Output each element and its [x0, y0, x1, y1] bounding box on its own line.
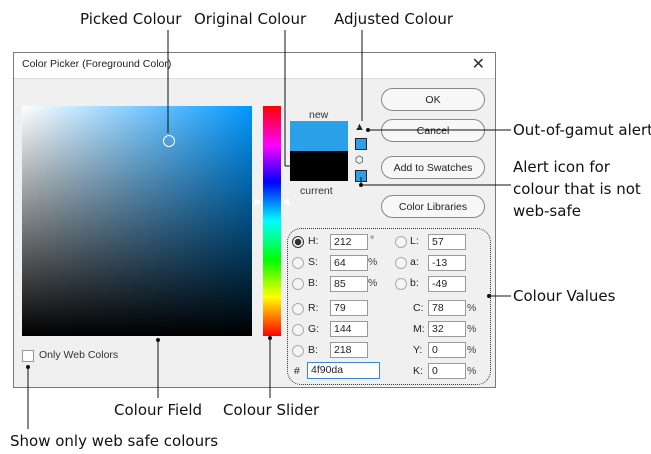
new-colour-swatch — [290, 121, 348, 151]
new-label: new — [309, 109, 329, 121]
hex-input[interactable]: 4f90da — [307, 362, 380, 379]
label-l: L: — [410, 235, 419, 247]
current-label: current — [300, 185, 333, 197]
color-libraries-button[interactable]: Color Libraries — [381, 195, 485, 218]
unit-m: % — [467, 323, 477, 335]
only-web-colors-label: Only Web Colors — [39, 349, 119, 361]
warning-triangle-icon[interactable]: ▲! — [354, 121, 365, 133]
unit-h: ° — [370, 234, 375, 246]
unit-brightness: % — [368, 277, 378, 289]
unit-y: % — [467, 344, 477, 356]
unit-k: % — [467, 365, 477, 377]
annotation-colour-field: Colour Field — [114, 401, 203, 419]
annotation-picked-colour: Picked Colour — [80, 10, 182, 28]
input-g[interactable]: 144 — [330, 321, 368, 337]
annotation-out-of-gamut: Out-of-gamut alert — [513, 121, 651, 139]
radio-l[interactable] — [395, 236, 407, 248]
annotation-colour-values: Colour Values — [513, 287, 616, 305]
dialog-title: Color Picker (Foreground Color) — [22, 58, 172, 70]
current-colour-swatch[interactable] — [290, 151, 348, 181]
colour-field[interactable] — [22, 106, 252, 336]
close-icon[interactable]: ✕ — [472, 54, 485, 74]
unit-s: % — [368, 256, 378, 268]
input-blue[interactable]: 218 — [330, 342, 368, 358]
label-h: H: — [308, 235, 319, 247]
unit-c: % — [467, 302, 477, 314]
input-brightness[interactable]: 85 — [330, 276, 368, 292]
radio-r[interactable] — [292, 303, 304, 315]
radio-blue[interactable] — [292, 345, 304, 357]
input-c[interactable]: 78 — [428, 300, 466, 316]
label-g: G: — [308, 323, 320, 335]
ok-button[interactable]: OK — [381, 88, 485, 111]
slider-handle-left[interactable] — [255, 198, 261, 206]
input-y[interactable]: 0 — [428, 342, 466, 358]
input-k[interactable]: 0 — [428, 363, 466, 379]
label-c: C: — [413, 302, 424, 314]
label-brightness: B: — [308, 277, 318, 289]
radio-s[interactable] — [292, 257, 304, 269]
only-web-colors-checkbox[interactable] — [22, 350, 34, 362]
label-r: R: — [308, 302, 319, 314]
radio-b-lab[interactable] — [395, 278, 407, 290]
input-b-lab[interactable]: -49 — [428, 276, 466, 292]
web-safe-correction-swatch[interactable] — [355, 170, 367, 182]
hex-hash-label: # — [294, 365, 300, 377]
label-y: Y: — [413, 344, 423, 356]
cube-icon[interactable]: ⬡ — [355, 155, 364, 166]
annotation-web-safe-only: Show only web safe colours — [10, 432, 219, 450]
title-bar: Color Picker (Foreground Color) ✕ — [14, 53, 495, 79]
annotation-web-safe-alert: Alert icon for colour that is not web-sa… — [513, 158, 641, 220]
label-b-lab: b: — [410, 277, 419, 289]
colour-slider[interactable] — [263, 106, 281, 336]
picker-circle[interactable] — [163, 135, 175, 147]
label-m: M: — [413, 323, 425, 335]
cancel-button[interactable]: Cancel — [381, 119, 485, 142]
radio-h[interactable] — [292, 236, 304, 248]
label-blue: B: — [308, 344, 318, 356]
input-s[interactable]: 64 — [330, 255, 368, 271]
input-a[interactable]: -13 — [428, 255, 466, 271]
radio-g[interactable] — [292, 324, 304, 336]
annotation-colour-slider: Colour Slider — [223, 401, 320, 419]
radio-brightness[interactable] — [292, 278, 304, 290]
slider-handle-right[interactable] — [283, 198, 289, 206]
input-h[interactable]: 212 — [330, 234, 368, 250]
input-r[interactable]: 79 — [330, 300, 368, 316]
annotation-adjusted-colour: Adjusted Colour — [334, 10, 454, 28]
input-l[interactable]: 57 — [428, 234, 466, 250]
add-to-swatches-button[interactable]: Add to Swatches — [381, 156, 485, 179]
label-a: a: — [410, 256, 419, 268]
label-s: S: — [308, 256, 318, 268]
label-k: K: — [413, 365, 423, 377]
annotation-original-colour: Original Colour — [194, 10, 307, 28]
radio-a[interactable] — [395, 257, 407, 269]
gamut-correction-swatch[interactable] — [355, 138, 367, 150]
input-m[interactable]: 32 — [428, 321, 466, 337]
